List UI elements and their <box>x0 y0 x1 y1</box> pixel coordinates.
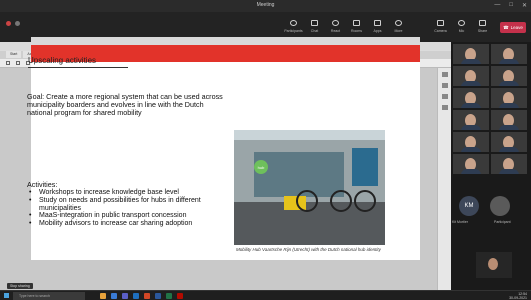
leave-button[interactable]: ☎ Leave <box>500 22 526 33</box>
participant-video[interactable] <box>491 132 527 152</box>
mic-icon <box>458 20 465 26</box>
toolbar-actions: Participants Chat React Rooms Apps More <box>283 18 409 38</box>
record-dot-icon <box>6 21 11 26</box>
list-item: Workshops to increase knowledge base lev… <box>27 189 227 197</box>
sidebar-tool-icon[interactable] <box>441 94 448 99</box>
folder-icon[interactable] <box>100 293 106 299</box>
goal-text: Goal: Create a more regional system that… <box>27 92 223 118</box>
status-dot-icon <box>15 21 20 26</box>
react-icon <box>332 20 339 26</box>
camera-icon <box>437 20 444 26</box>
sidebar-tool-icon[interactable] <box>441 105 448 110</box>
phone-icon: ☎ <box>503 24 509 30</box>
participant-video[interactable] <box>453 154 489 174</box>
slide-title: Upscaling activities <box>28 56 97 65</box>
search-input[interactable]: Type here to search <box>13 292 85 300</box>
participant-video[interactable] <box>453 132 489 152</box>
participant-video[interactable] <box>491 88 527 108</box>
hub-logo: hub <box>254 160 268 174</box>
pdf-app-icon[interactable] <box>177 293 183 299</box>
list-item: MaaS-integration in public transport con… <box>27 212 227 220</box>
outlook-icon[interactable] <box>133 293 139 299</box>
people-icon <box>290 20 297 26</box>
participants-button[interactable]: Participants <box>283 18 304 38</box>
slide-top-bar <box>31 37 420 45</box>
word-icon[interactable] <box>155 293 161 299</box>
stop-sharing-button[interactable]: Stop sharing <box>7 283 33 289</box>
excel-icon[interactable] <box>166 293 172 299</box>
pdf-right-sidebar <box>437 68 451 290</box>
toolbar-media: Camera Mic Share <box>430 18 493 38</box>
system-tray[interactable]: 12:54 30-09-2021 <box>509 292 527 300</box>
apps-icon <box>374 20 381 26</box>
chat-icon <box>311 20 318 26</box>
participant-video[interactable] <box>491 154 527 174</box>
more-icon <box>395 20 402 26</box>
bike-wheel <box>330 190 352 212</box>
window-title-bar: Meeting — □ ✕ <box>0 0 531 12</box>
divider <box>28 67 128 68</box>
self-video[interactable] <box>476 252 512 278</box>
participant-video[interactable] <box>491 66 527 86</box>
start-icon[interactable] <box>4 293 9 298</box>
more-button[interactable]: More <box>388 18 409 38</box>
leave-label: Leave <box>510 25 523 30</box>
avatar[interactable]: KM <box>459 196 479 216</box>
participant-video[interactable] <box>453 110 489 130</box>
minimize-icon[interactable]: — <box>494 2 500 9</box>
participant-video[interactable] <box>453 66 489 86</box>
clock-date: 30-09-2021 <box>509 296 527 300</box>
list-item: Mobility advisors to increase car sharin… <box>27 220 227 228</box>
apps-button[interactable]: Apps <box>367 18 388 38</box>
window-controls: — □ ✕ <box>494 2 527 9</box>
bike-wheel <box>296 190 318 212</box>
os-taskbar: Type here to search 12:54 30-09-2021 <box>0 290 531 300</box>
participant-video[interactable] <box>491 44 527 64</box>
participant-name: Participant <box>494 220 511 224</box>
bike-wheel <box>354 190 376 212</box>
list-item: Study on needs and possibilities for hub… <box>27 197 227 213</box>
participant-video[interactable] <box>491 110 527 130</box>
home-icon[interactable] <box>6 61 10 65</box>
hub-sign <box>352 148 378 186</box>
participant-video[interactable] <box>453 44 489 64</box>
close-icon[interactable]: ✕ <box>522 2 527 9</box>
participant-name: Kit Mortier <box>452 220 468 224</box>
powerpoint-icon[interactable] <box>144 293 150 299</box>
recording-indicators <box>6 21 20 26</box>
browser-icon[interactable] <box>111 293 117 299</box>
sidebar-tool-icon[interactable] <box>441 72 448 77</box>
participant-video[interactable] <box>453 88 489 108</box>
mobility-hub-photo: hub <box>234 130 385 245</box>
share-button[interactable]: Share <box>472 18 493 38</box>
photo-caption: Mobility Hub Vaartsche Rijn (Utrecht) wi… <box>236 247 381 252</box>
maximize-icon[interactable]: □ <box>509 2 513 9</box>
sidebar-tool-icon[interactable] <box>441 83 448 88</box>
window-title: Meeting <box>256 2 275 8</box>
react-button[interactable]: React <box>325 18 346 38</box>
mic-button[interactable]: Mic <box>451 18 472 38</box>
taskbar-apps <box>100 293 183 299</box>
rooms-button[interactable]: Rooms <box>346 18 367 38</box>
chat-button[interactable]: Chat <box>304 18 325 38</box>
share-icon <box>479 20 486 26</box>
activities-label: Activities: <box>27 180 58 189</box>
activities-list: Workshops to increase knowledge base lev… <box>27 189 227 228</box>
tab-start[interactable]: Start <box>6 51 22 58</box>
camera-button[interactable]: Camera <box>430 18 451 38</box>
print-icon[interactable] <box>16 61 20 65</box>
teams-icon[interactable] <box>122 293 128 299</box>
avatar[interactable] <box>490 196 510 216</box>
pdf-tool-group-left <box>6 61 30 65</box>
rooms-icon <box>353 20 360 26</box>
